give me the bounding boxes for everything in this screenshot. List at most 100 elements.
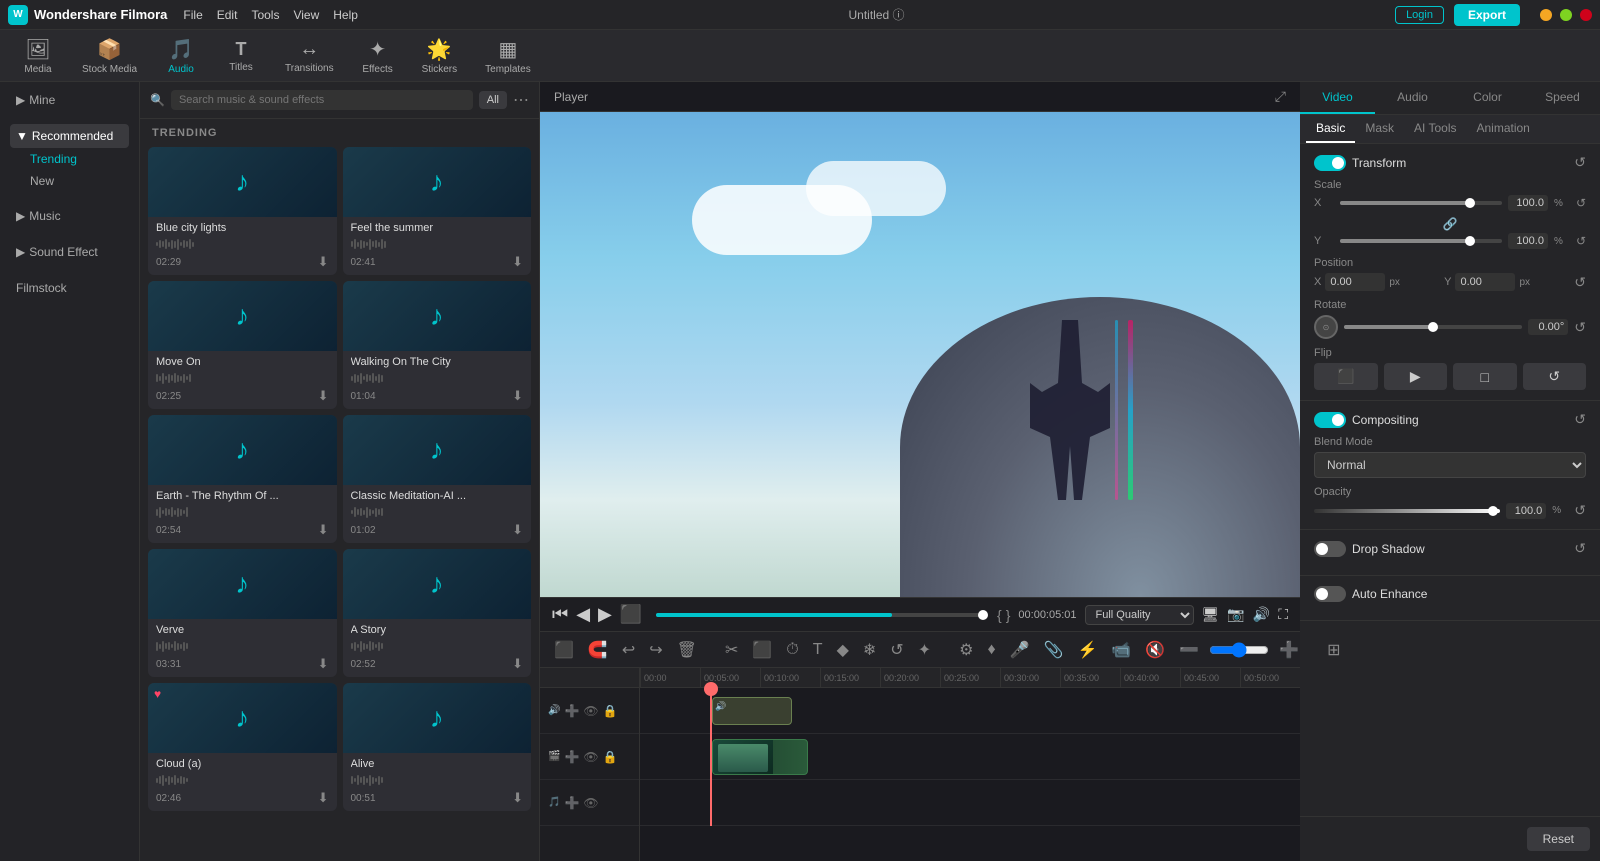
flip-horizontal-button[interactable]: ⬛ xyxy=(1314,363,1378,390)
timeline-tool-grid[interactable]: ⊞ xyxy=(1323,638,1344,662)
scale-x-reset[interactable]: ↺ xyxy=(1576,196,1586,210)
rotate-handle[interactable] xyxy=(1428,322,1438,332)
clip-video-main[interactable] xyxy=(712,739,808,775)
video-track-lock-button[interactable]: 🔒 xyxy=(603,750,618,764)
track-lock-button[interactable]: 🔒 xyxy=(603,704,618,718)
music-download-1[interactable]: ⬇ xyxy=(318,254,329,270)
fullscreen-button[interactable]: ⛶ xyxy=(1278,606,1288,623)
music-card-10[interactable]: ♪ Alive 00:51 ⬇ xyxy=(343,683,532,811)
music-download-3[interactable]: ⬇ xyxy=(318,388,329,404)
menu-edit[interactable]: Edit xyxy=(217,8,238,22)
quality-select[interactable]: Full Quality Half Quality Quarter Qualit… xyxy=(1085,605,1194,625)
auto-enhance-toggle[interactable] xyxy=(1314,586,1346,602)
sub-tab-basic[interactable]: Basic xyxy=(1306,115,1355,143)
position-x-input[interactable] xyxy=(1325,273,1385,291)
music-card-5[interactable]: ♪ Earth - The Rhythm Of ... 02:54 ⬇ xyxy=(148,415,337,543)
blend-mode-select[interactable]: Normal Multiply Screen Overlay xyxy=(1314,452,1586,478)
position-y-input[interactable] xyxy=(1455,273,1515,291)
sidebar-item-music[interactable]: ▶ Music xyxy=(10,204,129,228)
music-download-7[interactable]: ⬇ xyxy=(318,656,329,672)
music-download-5[interactable]: ⬇ xyxy=(318,522,329,538)
timeline-tool-select[interactable]: ⬛ xyxy=(550,638,578,662)
tool-stickers[interactable]: 🌟 Stickers xyxy=(410,33,470,79)
sidebar-item-new[interactable]: New xyxy=(10,170,129,192)
scale-x-handle[interactable] xyxy=(1465,198,1475,208)
rotate-value[interactable]: 0.00° xyxy=(1528,319,1568,335)
timeline-tool-crop[interactable]: ⬛ xyxy=(748,638,776,662)
mark-in-icon[interactable]: { xyxy=(997,607,1002,623)
rotate-reset[interactable]: ↺ xyxy=(1574,319,1586,336)
rotate-slider[interactable] xyxy=(1344,325,1522,329)
compositing-reset[interactable]: ↺ xyxy=(1574,411,1586,428)
export-button[interactable]: Export xyxy=(1454,4,1520,26)
timeline-content[interactable]: 00:00 00:05:00 00:10:00 00:15:00 00:20:0… xyxy=(640,668,1300,861)
play-pause-button[interactable]: ▶ xyxy=(598,604,612,625)
tab-video[interactable]: Video xyxy=(1300,82,1375,114)
opacity-slider[interactable] xyxy=(1314,509,1500,513)
tab-color[interactable]: Color xyxy=(1450,82,1525,114)
timeline-tool-transform[interactable]: ↺ xyxy=(886,638,907,662)
sidebar-item-filmstock[interactable]: Filmstock xyxy=(10,276,129,300)
skip-back-button[interactable]: ⏮ xyxy=(552,604,568,625)
flip-rotate-button[interactable]: ↺ xyxy=(1523,363,1587,390)
mark-out-icon[interactable]: } xyxy=(1006,607,1011,623)
timeline-tool-undo[interactable]: ↩ xyxy=(618,638,639,662)
music-card-1[interactable]: ♪ Blue city lights 02:29 ⬇ xyxy=(148,147,337,275)
stop-button[interactable]: ⬛ xyxy=(620,604,642,625)
volume-button[interactable]: 🔊 xyxy=(1253,606,1270,623)
music-card-4[interactable]: ♪ Walking On The City 01:04 ⬇ xyxy=(343,281,532,409)
timeline-tool-zoom-out[interactable]: ➖ xyxy=(1175,638,1203,662)
filter-button[interactable]: All xyxy=(479,91,507,109)
tool-audio[interactable]: 🎵 Audio xyxy=(153,33,209,79)
music-card-3[interactable]: ♪ Move On 02:25 ⬇ xyxy=(148,281,337,409)
opacity-value[interactable]: 100.0 xyxy=(1506,503,1546,519)
timeline-tool-video[interactable]: 📹 xyxy=(1107,638,1135,662)
sidebar-item-sound-effect[interactable]: ▶ Sound Effect xyxy=(10,240,129,264)
flip-square-button[interactable]: □ xyxy=(1453,363,1517,390)
scale-y-value[interactable]: 100.0 xyxy=(1508,233,1548,249)
sidebar-item-trending[interactable]: Trending xyxy=(10,148,129,170)
music-card-7[interactable]: ♪ Verve 03:31 ⬇ xyxy=(148,549,337,677)
opacity-reset[interactable]: ↺ xyxy=(1574,502,1586,519)
compositing-toggle[interactable] xyxy=(1314,412,1346,428)
sidebar-item-mine[interactable]: ▶ Mine xyxy=(10,88,129,112)
timeline-tool-audio-track[interactable]: 🔇 xyxy=(1141,638,1169,662)
menu-help[interactable]: Help xyxy=(333,8,358,22)
timeline-tool-text[interactable]: T xyxy=(809,639,827,661)
sub-tab-mask[interactable]: Mask xyxy=(1355,115,1404,143)
track-eye-button[interactable]: 👁 xyxy=(583,704,598,718)
timeline-tool-keyframe[interactable]: ◆ xyxy=(833,638,853,662)
timeline-tool-mic[interactable]: 🎤 xyxy=(1006,638,1034,662)
music-card-6[interactable]: ♪ Classic Meditation-AI ... 01:02 ⬇ xyxy=(343,415,532,543)
tab-audio[interactable]: Audio xyxy=(1375,82,1450,114)
more-options-button[interactable]: ⋯ xyxy=(513,90,529,110)
timeline-tool-clip[interactable]: 📎 xyxy=(1040,638,1068,662)
music-download-10[interactable]: ⬇ xyxy=(512,790,523,806)
track-add-button[interactable]: ➕ xyxy=(564,704,579,718)
tool-stock-media[interactable]: 📦 Stock Media xyxy=(70,33,149,79)
camera-button[interactable]: 📷 xyxy=(1227,606,1244,623)
timeline-tool-freeze[interactable]: ❄ xyxy=(859,638,880,662)
menu-file[interactable]: File xyxy=(183,8,202,22)
tool-titles[interactable]: T Titles xyxy=(213,35,269,77)
timeline-tool-zoom-in[interactable]: ➕ xyxy=(1275,638,1303,662)
music-download-4[interactable]: ⬇ xyxy=(512,388,523,404)
screenshot-button[interactable]: 🖥 xyxy=(1202,606,1220,623)
clip-audio-overlay[interactable]: 🔊 xyxy=(712,697,792,725)
sub-tab-ai-tools[interactable]: AI Tools xyxy=(1404,115,1466,143)
video-track-eye-button[interactable]: 👁 xyxy=(583,750,598,764)
progress-bar[interactable] xyxy=(656,613,983,617)
tool-effects[interactable]: ✦ Effects xyxy=(350,33,406,79)
maximize-button[interactable] xyxy=(1560,9,1572,21)
reset-button[interactable]: Reset xyxy=(1527,827,1590,851)
timeline-tool-speed[interactable]: ⏱ xyxy=(782,639,802,661)
scale-y-slider[interactable] xyxy=(1340,239,1502,243)
drop-shadow-toggle[interactable] xyxy=(1314,541,1346,557)
opacity-handle[interactable] xyxy=(1488,506,1498,516)
scale-y-handle[interactable] xyxy=(1465,236,1475,246)
music-track-add-button[interactable]: ➕ xyxy=(564,796,579,810)
timeline-tool-redo[interactable]: ↪ xyxy=(645,638,666,662)
menu-tools[interactable]: Tools xyxy=(251,8,279,22)
music-card-9[interactable]: ♥ ♪ Cloud (a) 02:46 ⬇ xyxy=(148,683,337,811)
music-download-2[interactable]: ⬇ xyxy=(512,254,523,270)
